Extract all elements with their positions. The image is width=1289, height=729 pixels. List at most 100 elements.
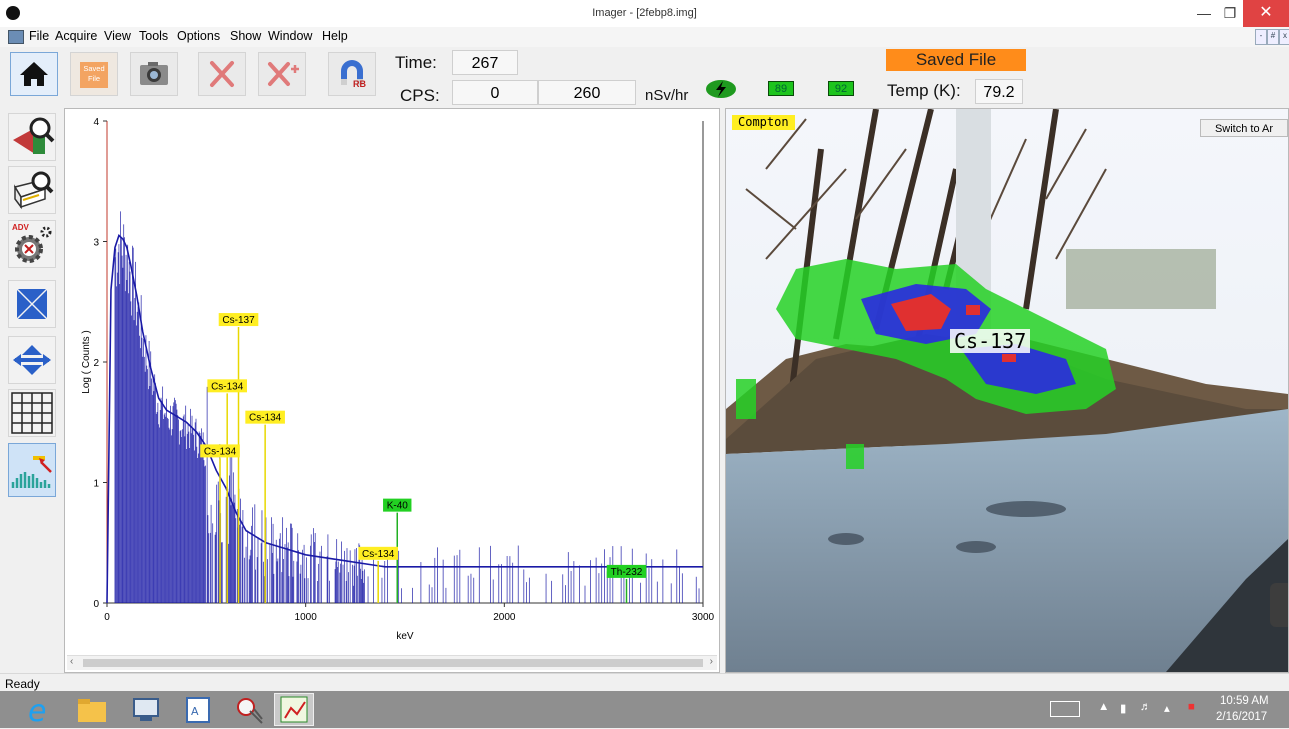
reset-background-button[interactable]: RB [328,52,376,96]
time-label: Time: [395,53,437,72]
rb-badge: RB [353,79,366,89]
temp-label: Temp (K): [887,81,961,100]
y-tick-label: 0 [93,599,99,610]
camera-scene [726,109,1288,672]
imager-app-icon[interactable] [274,693,314,726]
taskbar: e A ▲ ▮ ♬ ▴ ■ 10:59 AM 2/16/2017 [0,691,1289,729]
menu-options[interactable]: Options [177,29,220,43]
clock-date: 2/16/2017 [1216,711,1268,723]
network-icon[interactable]: ▮ [1120,701,1126,715]
collapse-button[interactable] [8,280,56,328]
spectrum-histogram-icon [11,456,52,488]
mdi-minimize-icon[interactable]: - [1255,29,1267,45]
svg-text:A: A [191,705,199,718]
clock-time: 10:59 AM [1220,695,1269,707]
scrollbar-thumb[interactable] [83,659,703,667]
expand-button[interactable] [8,336,56,384]
grid-icon [11,392,53,434]
keyboard-icon[interactable] [1050,701,1080,717]
compton-image-panel: Compton Switch to Ar Cs-137 [725,108,1289,673]
menu-help[interactable]: Help [322,29,348,43]
y-tick-label: 3 [93,238,99,249]
mdi-restore-icon[interactable]: # [1267,29,1279,45]
document-icon [8,30,24,44]
window-title: Imager - [2febp8.img] [592,7,697,19]
peak-label: Cs-134 [249,413,282,424]
expand-arrows-icon [13,345,51,375]
peak-label: Cs-134 [362,549,395,560]
mdi-close-icon[interactable]: x [1279,29,1289,45]
saved-file-button[interactable]: Saved File [70,52,118,96]
magnet-icon [341,60,363,85]
grid-button[interactable] [8,389,56,437]
menu-window[interactable]: Window [268,29,312,43]
delete-all-button[interactable] [258,52,306,96]
side-handle[interactable] [1270,583,1288,627]
delete-plus-icon [268,62,299,86]
collapse-arrows-icon [17,289,47,319]
file-explorer-icon[interactable] [72,693,112,726]
notification-icon[interactable]: ■ [1188,701,1195,713]
time-value: 267 [452,50,518,75]
dose-rate-value: 260 [538,80,636,105]
spectrum-zoom-button[interactable] [8,113,56,161]
signal-icon[interactable]: ▴ [1164,701,1170,715]
saved-file-icon: Saved File [80,62,108,88]
document-app-icon[interactable]: A [178,693,218,726]
restore-button[interactable]: ❐ [1214,0,1246,27]
status-bar: Ready [0,673,1289,692]
spectrum-view-button[interactable] [8,443,56,497]
snipping-tool-icon[interactable] [230,693,270,726]
cone-search-icon [13,117,55,154]
menu-tools[interactable]: Tools [139,29,168,43]
cps-value: 0 [452,80,538,105]
saved-file-banner: Saved File [886,49,1026,71]
peak-label: Cs-137 [222,315,255,326]
menu-bar: File Acquire View Tools Options Show Win… [0,27,1289,47]
dose-unit: nSv/hr [645,87,689,104]
menu-acquire[interactable]: Acquire [55,29,97,43]
advanced-settings-button[interactable]: ADV [8,220,56,268]
peak-label: Cs-134 [211,381,244,392]
menu-view[interactable]: View [104,29,131,43]
spectrum-panel: 0 1 2 3 4 0 1000 2000 3000 Log ( Counts ) keV Cs-1… [64,108,720,673]
temp-value: 79.2 [975,79,1023,104]
cps-label: CPS: [400,86,440,105]
svg-text:e: e [28,694,46,726]
horizontal-scrollbar[interactable]: ‹ › [67,655,717,670]
battery-level-1: 89 [768,81,794,96]
spectrum-chart: 0 1 2 3 4 0 1000 2000 3000 Log ( Counts ) keV Cs-1… [81,117,715,642]
power-status-icon [706,80,736,98]
left-toolbar: ADV [0,108,62,673]
camera-button[interactable] [130,52,178,96]
volume-icon[interactable]: ♬ [1140,701,1152,713]
x-axis-label: keV [396,631,414,642]
mode-badge: Compton [732,115,795,130]
x-tick-label: 0 [104,612,110,623]
peak-label: Th-232 [611,567,643,578]
delete-x-icon [210,61,234,87]
peak-label: K-40 [387,501,409,512]
delete-button[interactable] [198,52,246,96]
menu-show[interactable]: Show [230,29,261,43]
switch-view-button[interactable]: Switch to Ar [1200,119,1288,137]
box-search-icon [13,171,54,210]
x-tick-label: 1000 [295,612,318,623]
scroll-left-icon[interactable]: ‹ [70,656,73,667]
scroll-right-icon[interactable]: › [710,656,713,667]
menu-file[interactable]: File [29,29,49,43]
x-tick-label: 3000 [692,612,715,623]
title-bar: Imager - [2febp8.img] — ❐ ✕ [0,0,1289,27]
internet-explorer-icon[interactable]: e [20,693,60,729]
y-tick-label: 4 [93,117,99,128]
hotspot-label: Cs-137 [950,329,1031,353]
home-icon [20,62,48,86]
adv-badge: ADV [12,223,29,232]
camera-icon [140,62,168,85]
peak-label: Cs-134 [204,446,237,457]
computer-icon[interactable] [126,693,166,726]
home-button[interactable] [10,52,58,96]
box-search-button[interactable] [8,166,56,214]
tray-expand-icon[interactable]: ▲ [1098,701,1109,713]
close-button[interactable]: ✕ [1243,0,1289,27]
